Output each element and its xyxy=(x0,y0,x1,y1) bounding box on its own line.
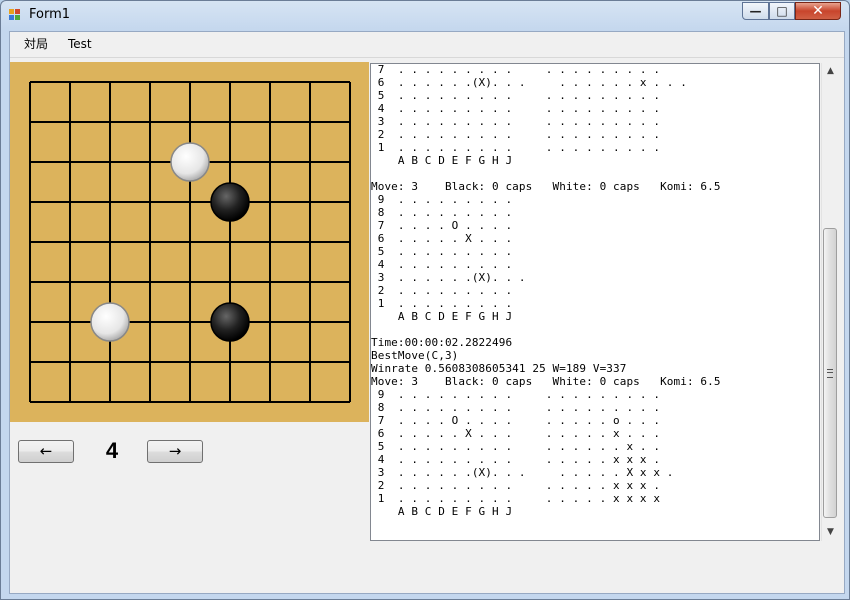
minimize-button[interactable]: — xyxy=(742,2,769,20)
menu-item-game[interactable]: 対局 xyxy=(18,36,54,53)
close-icon: ✕ xyxy=(812,3,824,19)
close-button[interactable]: ✕ xyxy=(795,2,841,20)
white-stone xyxy=(90,302,130,342)
scroll-down-icon[interactable]: ▼ xyxy=(822,524,839,541)
scroll-up-icon[interactable]: ▲ xyxy=(822,63,839,80)
black-stone xyxy=(210,302,250,342)
prev-move-button[interactable]: ← xyxy=(18,440,74,463)
engine-log-textbox[interactable]: 7 . . . . . . . . . . . . . . . . . . 6 … xyxy=(370,63,820,541)
menu-bar: 対局 Test xyxy=(10,32,844,58)
minimize-icon: — xyxy=(749,4,762,18)
scroll-thumb[interactable] xyxy=(823,228,837,518)
menu-item-test[interactable]: Test xyxy=(62,36,98,53)
move-number: 4 xyxy=(105,438,119,463)
log-scrollbar[interactable]: ▲ ▼ xyxy=(821,63,839,541)
next-move-button[interactable]: → xyxy=(147,440,203,463)
app-window: Form1 — □ ✕ 対局 Test ← 4 → 7 . . . . . . … xyxy=(0,0,850,600)
engine-log-text: 7 . . . . . . . . . . . . . . . . . . 6 … xyxy=(371,63,721,518)
black-stone xyxy=(210,182,250,222)
go-board[interactable] xyxy=(10,62,369,422)
title-bar[interactable]: Form1 — □ ✕ xyxy=(1,1,849,29)
grip-icon xyxy=(827,369,833,378)
maximize-button[interactable]: □ xyxy=(769,2,795,20)
app-icon xyxy=(9,9,21,20)
window-title: Form1 xyxy=(29,7,71,22)
client-area: 対局 Test ← 4 → 7 . . . . . . . . . . . . … xyxy=(9,31,845,594)
maximize-icon: □ xyxy=(776,4,788,18)
white-stone xyxy=(170,142,210,182)
go-board-canvas[interactable] xyxy=(10,62,369,422)
